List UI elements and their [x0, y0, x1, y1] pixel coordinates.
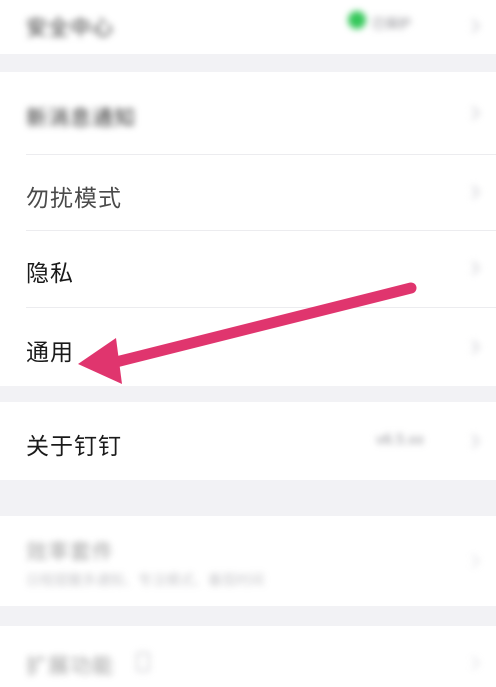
- shield-status-icon: [348, 11, 366, 29]
- chevron-right-icon: [465, 655, 481, 671]
- privacy-row[interactable]: 隐私: [0, 231, 496, 307]
- settings-page: 安全中心 已保护 新消息通知 勿扰模式 隐私 通用 关于钉钉 v6.5.xx 效…: [0, 0, 496, 687]
- extensions-group: 扩展功能: [0, 626, 496, 687]
- do-not-disturb-label: 勿扰模式: [26, 186, 122, 212]
- about-row[interactable]: 关于钉钉 v6.5.xx: [0, 402, 496, 480]
- extensions-label: 扩展功能: [26, 654, 114, 678]
- security-center-label: 安全中心: [26, 16, 114, 40]
- new-message-notification-label: 新消息通知: [26, 106, 136, 130]
- badge-icon: [136, 652, 150, 672]
- preferences-group: 新消息通知 勿扰模式 隐私 通用: [0, 72, 496, 386]
- about-label: 关于钉钉: [26, 434, 122, 460]
- chevron-right-icon: [465, 18, 481, 34]
- privacy-label: 隐私: [26, 261, 74, 287]
- efficiency-suite-label: 效率套件: [26, 540, 114, 564]
- security-center-row[interactable]: 安全中心 已保护: [0, 0, 496, 54]
- efficiency-suite-row[interactable]: 效率套件 日程提醒多通知、专注模式、番茄时间: [0, 516, 496, 606]
- new-message-notification-row[interactable]: 新消息通知: [0, 72, 496, 154]
- extensions-row[interactable]: 扩展功能: [0, 626, 496, 687]
- efficiency-suite-subtitle: 日程提醒多通知、专注模式、番茄时间: [26, 573, 264, 589]
- chevron-right-icon: [465, 260, 481, 276]
- chevron-right-icon: [465, 105, 481, 121]
- chevron-right-icon: [465, 433, 481, 449]
- chevron-right-icon: [465, 339, 481, 355]
- security-status-text: 已保护: [372, 17, 412, 32]
- general-label: 通用: [26, 340, 74, 366]
- security-group: 安全中心 已保护: [0, 0, 496, 54]
- chevron-right-icon: [465, 553, 481, 569]
- general-row[interactable]: 通用: [0, 308, 496, 386]
- version-text: v6.5.xx: [376, 433, 424, 448]
- about-group: 关于钉钉 v6.5.xx: [0, 402, 496, 480]
- chevron-right-icon: [465, 184, 481, 200]
- efficiency-group: 效率套件 日程提醒多通知、专注模式、番茄时间: [0, 516, 496, 606]
- do-not-disturb-row[interactable]: 勿扰模式: [0, 155, 496, 231]
